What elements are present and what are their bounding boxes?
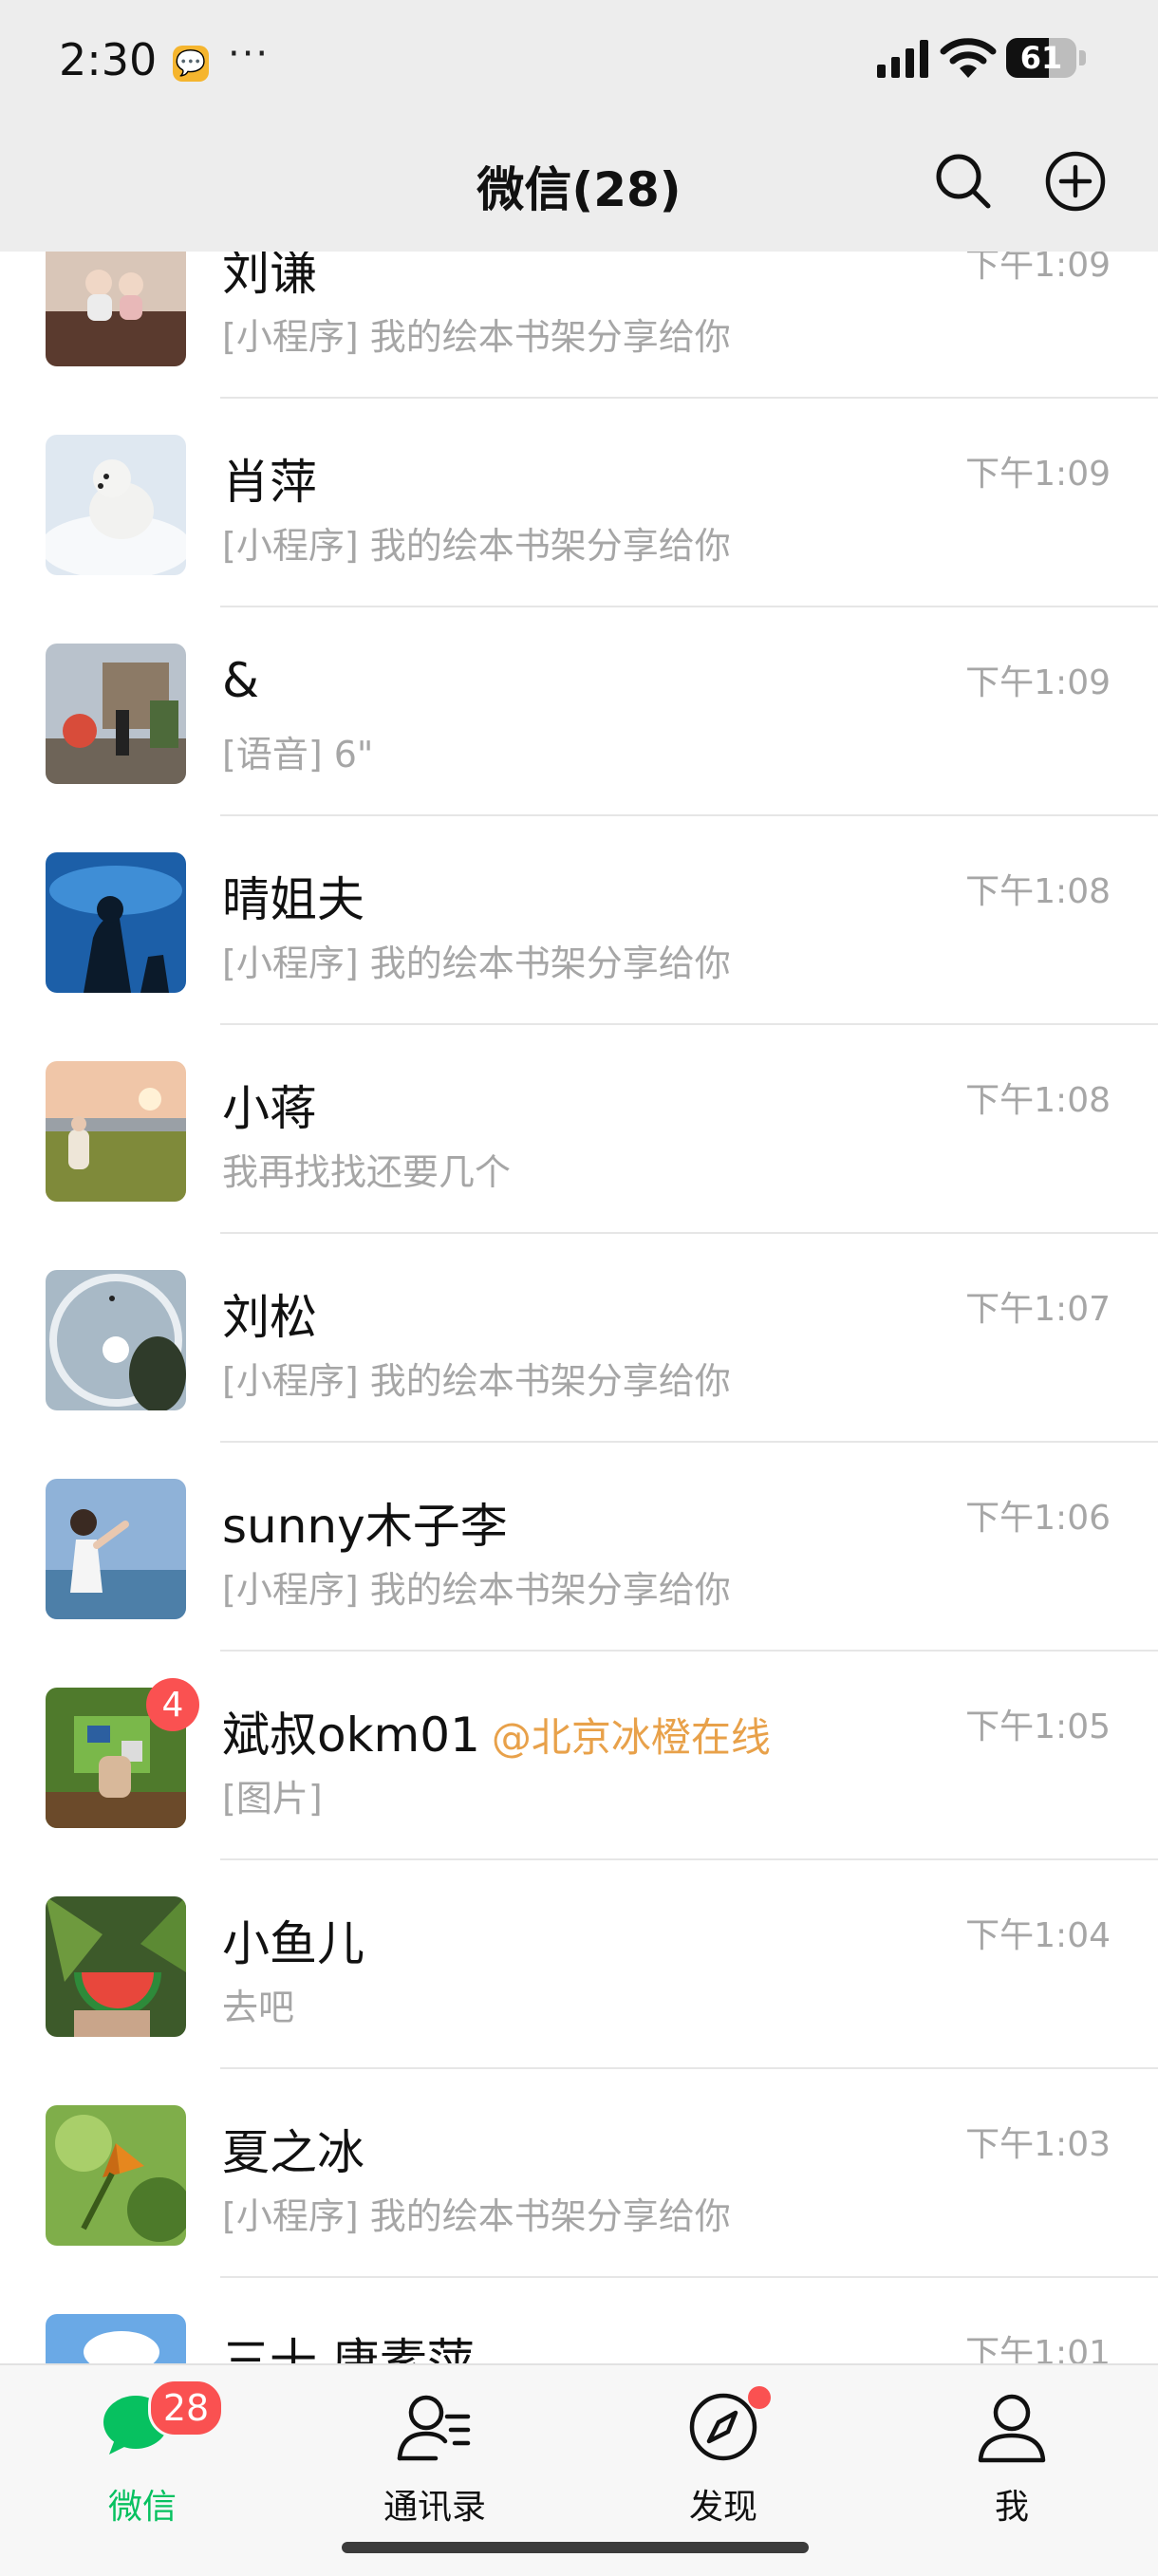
message-app-icon: 💬 — [173, 46, 209, 82]
chat-name: 小鱼儿 — [222, 1916, 364, 1971]
tab-label: 发现 — [688, 2488, 757, 2527]
tab-label: 通讯录 — [383, 2488, 486, 2527]
chat-time: 下午1:07 — [965, 1290, 1111, 1329]
chat-name: & — [222, 653, 259, 708]
person-icon — [978, 2394, 1046, 2463]
avatar — [46, 1061, 186, 1202]
cellular-signal-icon — [877, 40, 928, 78]
tab-label: 我 — [994, 2488, 1029, 2527]
chat-preview: [图片] — [222, 1778, 323, 1820]
add-icon[interactable] — [1044, 150, 1107, 213]
chat-row[interactable]: 肖萍 [小程序] 我的绘本书架分享给你 下午1:09 — [0, 399, 1158, 607]
chat-name: 小蒋 — [222, 1081, 317, 1136]
tab-chats[interactable]: 28 微信 — [47, 2379, 237, 2536]
contacts-icon — [397, 2395, 471, 2461]
chat-preview: 我再找找还要几个 — [222, 1151, 512, 1193]
chat-row[interactable]: 夏之冰 [小程序] 我的绘本书架分享给你 下午1:03 — [0, 2069, 1158, 2278]
avatar — [46, 852, 186, 993]
chat-time: 下午1:05 — [965, 1708, 1111, 1746]
avatar — [46, 435, 186, 575]
battery-icon: 61 — [1006, 38, 1086, 78]
chat-time: 下午1:03 — [965, 2125, 1111, 2164]
status-time: 2:30 — [59, 34, 158, 85]
wifi-icon — [940, 38, 997, 78]
tab-label: 微信 — [107, 2488, 177, 2527]
avatar — [46, 644, 186, 784]
chat-preview: [小程序] 我的绘本书架分享给你 — [222, 1569, 731, 1611]
chat-name: 斌叔okm01 @北京冰橙在线 — [222, 1697, 771, 1765]
chat-row[interactable]: 4 斌叔okm01 @北京冰橙在线 [图片] 下午1:05 — [0, 1652, 1158, 1860]
avatar — [46, 2105, 186, 2246]
tab-discover[interactable]: 发现 — [628, 2384, 818, 2536]
tab-me[interactable]: 我 — [917, 2384, 1107, 2536]
status-bar: 2:30 💬 ··· 61 — [0, 0, 1158, 123]
chat-preview: [小程序] 我的绘本书架分享给你 — [222, 943, 731, 984]
chat-preview: [小程序] 我的绘本书架分享给你 — [222, 2195, 731, 2237]
chat-time: 下午1:09 — [965, 663, 1111, 702]
chat-preview: [小程序] 我的绘本书架分享给你 — [222, 1360, 731, 1402]
chat-time: 下午1:08 — [965, 872, 1111, 911]
tab-contacts[interactable]: 通讯录 — [340, 2384, 530, 2536]
chat-time: 下午1:06 — [965, 1499, 1111, 1538]
avatar — [46, 1479, 186, 1619]
chat-preview: [语音] 6" — [222, 734, 374, 775]
chat-row[interactable]: 晴姐夫 [小程序] 我的绘本书架分享给你 下午1:08 — [0, 816, 1158, 1025]
chat-preview: [小程序] 我的绘本书架分享给你 — [222, 525, 731, 567]
unread-badge: 4 — [146, 1678, 199, 1731]
avatar — [46, 1896, 186, 2037]
chat-row[interactable]: 小蒋 我再找找还要几个 下午1:08 — [0, 1025, 1158, 1234]
chat-name: sunny木子李 — [222, 1499, 508, 1554]
chat-name: 晴姐夫 — [222, 872, 364, 927]
chat-name: 肖萍 — [222, 455, 317, 510]
avatar — [46, 1270, 186, 1410]
chat-preview: 去吧 — [222, 1987, 295, 2028]
top-bar: 2:30 💬 ··· 61 微信(28) — [0, 0, 1158, 252]
chat-row[interactable]: sunny木子李 [小程序] 我的绘本书架分享给你 下午1:06 — [0, 1443, 1158, 1652]
search-icon[interactable] — [932, 150, 993, 211]
chat-preview: [小程序] 我的绘本书架分享给你 — [222, 316, 731, 358]
chat-row[interactable]: 刘松 [小程序] 我的绘本书架分享给你 下午1:07 — [0, 1234, 1158, 1443]
chat-time: 下午1:09 — [965, 455, 1111, 494]
chat-name: 夏之冰 — [222, 2125, 364, 2180]
chat-time: 下午1:08 — [965, 1081, 1111, 1120]
battery-level: 61 — [1019, 40, 1063, 76]
chat-time: 下午1:04 — [965, 1916, 1111, 1955]
tab-unread-badge: 28 — [148, 2379, 224, 2437]
mention-text: @北京冰橙在线 — [491, 1714, 771, 1761]
chat-row[interactable]: & [语音] 6" 下午1:09 — [0, 607, 1158, 816]
notification-dot — [748, 2386, 771, 2409]
home-indicator[interactable] — [342, 2542, 809, 2553]
chat-row[interactable]: 小鱼儿 去吧 下午1:04 — [0, 1860, 1158, 2069]
chat-name-text: 斌叔okm01 — [222, 1708, 480, 1763]
chat-name: 刘松 — [222, 1290, 317, 1345]
more-status-icon: ··· — [228, 32, 271, 76]
